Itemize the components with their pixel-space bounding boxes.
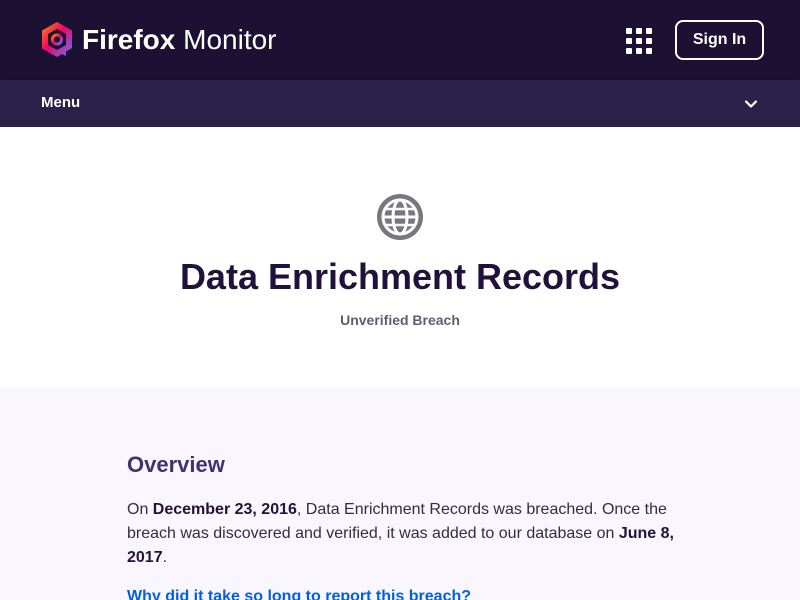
top-bar: Firefox Monitor Sign In xyxy=(0,0,800,80)
globe-icon xyxy=(377,194,423,240)
menu-label: Menu xyxy=(41,94,81,111)
sign-in-button[interactable]: Sign In xyxy=(675,20,764,60)
brand-name[interactable]: Firefox Monitor xyxy=(82,24,277,56)
breach-title: Data Enrichment Records xyxy=(179,256,621,297)
overview-heading: Overview xyxy=(127,452,225,477)
apps-grid-icon[interactable] xyxy=(626,28,652,54)
overview-description: On December 23, 2016, Data Enrichment Re… xyxy=(127,501,674,566)
breach-status: Unverified Breach xyxy=(340,312,460,328)
firefox-monitor-logo-icon[interactable] xyxy=(38,20,76,60)
why-delay-link[interactable]: Why did it take so long to report this b… xyxy=(127,588,471,600)
menu-toggle[interactable]: Menu xyxy=(0,80,800,127)
breach-date: December 23, 2016 xyxy=(152,501,297,518)
chevron-down-icon[interactable] xyxy=(743,97,759,111)
